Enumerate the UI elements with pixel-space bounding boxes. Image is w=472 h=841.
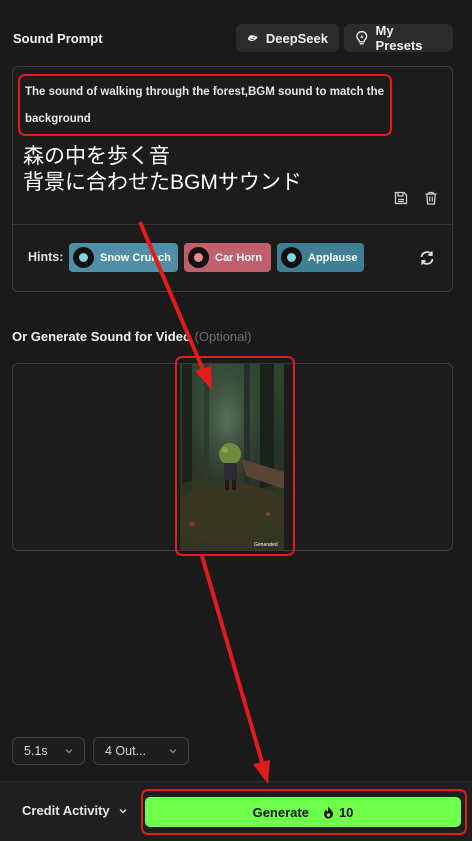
lightbulb-icon [356,31,368,45]
disc-icon [281,247,302,268]
deepseek-whale-icon [247,35,258,41]
duration-value: 5.1s [24,744,48,758]
hint-chip-car-horn[interactable]: Car Horn [184,243,271,272]
video-highlight-box [175,356,295,556]
my-presets-button[interactable]: My Presets [344,23,453,53]
trash-icon[interactable] [421,188,441,208]
deepseek-label: DeepSeek [265,30,328,46]
prompt-divider [13,224,452,225]
hint-chip-snow-crunch[interactable]: Snow Crunch [69,243,178,272]
hint-chip-label: Applause [308,251,358,264]
optional-label: (Optional) [194,329,252,344]
outputs-select[interactable]: 4 Out... [93,737,189,765]
chevron-down-icon [65,749,73,754]
chevron-down-icon [119,808,127,813]
hints-label: Hints: [28,250,64,264]
arrow-video-to-generate [200,555,270,784]
video-section-title: Or Generate Sound for Video (Optional) [12,329,252,344]
outputs-value: 4 Out... [105,744,146,758]
annotation-line-1: 森の中を歩く音 [23,145,170,168]
refresh-icon[interactable] [417,248,437,268]
presets-label: My Presets [375,23,423,53]
section-title: Sound Prompt [13,31,103,46]
hint-chip-label: Snow Crunch [100,251,171,264]
duration-select[interactable]: 5.1s [12,737,85,765]
video-title-text: Or Generate Sound for Video [12,329,191,344]
generate-highlight-box [141,789,467,835]
hint-chip-label: Car Horn [215,251,263,264]
annotation-line-2: 背景に合わせたBGMサウンド [23,171,302,194]
japanese-annotation: 森の中を歩く音 背景に合わせたBGMサウンド [23,144,302,196]
save-icon[interactable] [391,188,411,208]
deepseek-button[interactable]: DeepSeek [236,24,339,52]
disc-icon [188,247,209,268]
sound-generator-panel: Sound Prompt DeepSeek My Presets The sou… [0,0,472,841]
prompt-highlight-box [18,74,392,136]
disc-icon [73,247,94,268]
chevron-down-icon [169,749,177,754]
credit-activity-label: Credit Activity [22,803,110,818]
credit-activity-button[interactable]: Credit Activity [22,803,128,818]
hint-chip-applause[interactable]: Applause [277,243,364,272]
